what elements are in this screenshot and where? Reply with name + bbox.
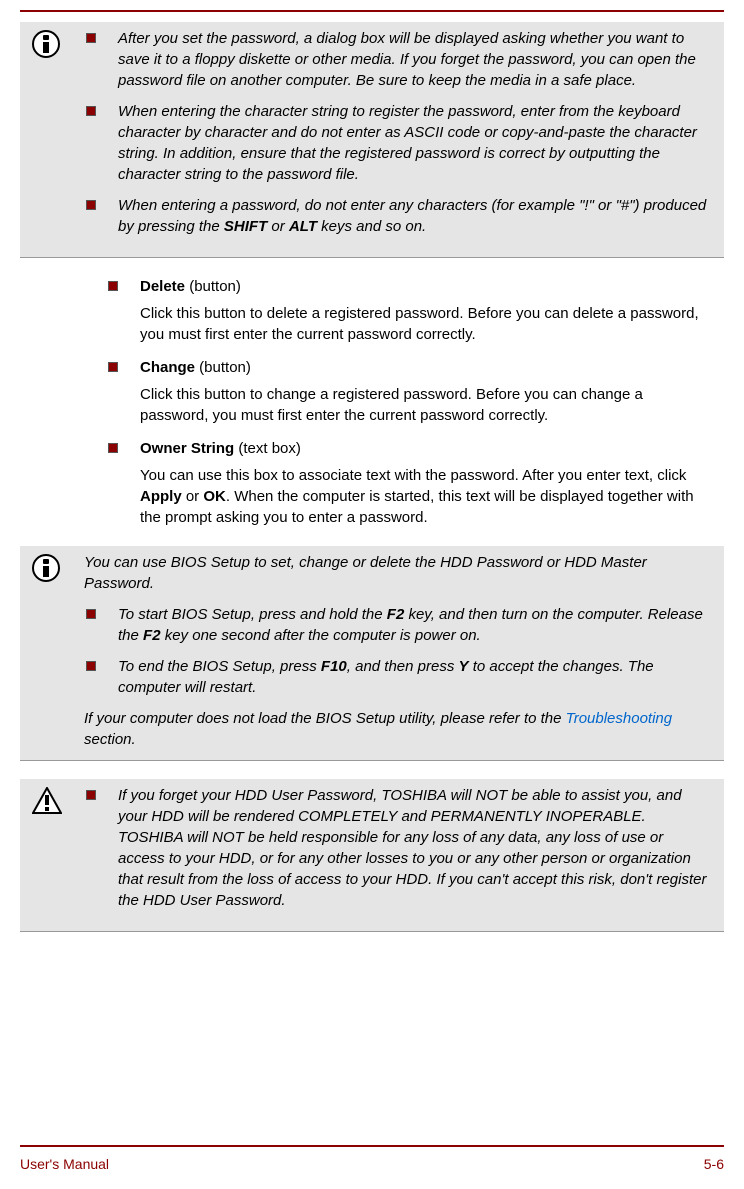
note-text: After you set the password, a dialog box… [118, 28, 718, 91]
bold-text: Owner String [140, 440, 234, 457]
bold-text: OK [203, 488, 226, 505]
list-item-title: Delete (button) [140, 276, 714, 297]
refer-text: If your computer does not load the BIOS … [80, 708, 718, 750]
warning-content: If you forget your HDD User Password, TO… [80, 779, 724, 921]
text-span: or [267, 218, 289, 235]
note-text: To end the BIOS Setup, press F10, and th… [118, 656, 718, 698]
text-span: You can use this box to associate text w… [140, 467, 686, 484]
info-box-content: After you set the password, a dialog box… [80, 22, 724, 247]
list-item-description: Click this button to change a registered… [102, 384, 714, 426]
info-box-content: You can use BIOS Setup to set, change or… [80, 546, 724, 750]
bold-text: Change [140, 359, 195, 376]
text-span: If your computer does not load the BIOS … [84, 710, 566, 727]
text-span: , and then press [347, 658, 459, 675]
bold-text: Y [459, 658, 469, 675]
warning-icon [32, 787, 62, 815]
list-item-owner-string: Owner String (text box) [102, 438, 714, 459]
note-item: To end the BIOS Setup, press F10, and th… [80, 656, 718, 698]
bold-text: F10 [321, 658, 347, 675]
icon-column [20, 22, 80, 247]
bullet-icon [86, 106, 96, 116]
bold-text: F2 [387, 606, 405, 623]
footer-line [20, 1145, 724, 1147]
bold-text: F2 [143, 627, 161, 644]
bullet-icon [86, 790, 96, 800]
top-border-line [20, 10, 724, 12]
warning-text: If you forget your HDD User Password, TO… [118, 785, 718, 911]
list-item-title: Owner String (text box) [140, 438, 714, 459]
bold-text: Delete [140, 278, 185, 295]
bullet-icon [86, 200, 96, 210]
bullet-icon [86, 661, 96, 671]
note-text: To start BIOS Setup, press and hold the … [118, 604, 718, 646]
main-button-list: Delete (button) Click this button to del… [20, 276, 724, 528]
bold-text: SHIFT [224, 218, 267, 235]
info-note-box-2: You can use BIOS Setup to set, change or… [20, 546, 724, 761]
footer-left: User's Manual [20, 1155, 109, 1175]
bold-text: ALT [289, 218, 317, 235]
intro-text: You can use BIOS Setup to set, change or… [80, 552, 718, 594]
note-item: To start BIOS Setup, press and hold the … [80, 604, 718, 646]
text-span: or [182, 488, 204, 505]
note-item: When entering the character string to re… [80, 101, 718, 185]
bullet-icon [86, 609, 96, 619]
note-item: If you forget your HDD User Password, TO… [80, 785, 718, 911]
info-icon [32, 30, 60, 58]
note-item: When entering a password, do not enter a… [80, 195, 718, 237]
text-span: keys and so on. [317, 218, 426, 235]
text-span: To start BIOS Setup, press and hold the [118, 606, 387, 623]
text-span: (button) [185, 278, 241, 295]
text-span: section. [84, 731, 136, 748]
bullet-icon [108, 443, 118, 453]
troubleshooting-link[interactable]: Troubleshooting [566, 710, 672, 727]
footer-right: 5-6 [704, 1155, 724, 1175]
page-footer: User's Manual 5-6 [0, 1145, 744, 1175]
bullet-icon [108, 362, 118, 372]
content-area: After you set the password, a dialog box… [0, 22, 744, 932]
text-span: (text box) [234, 440, 301, 457]
text-span: key one second after the computer is pow… [161, 627, 481, 644]
note-text: When entering the character string to re… [118, 101, 718, 185]
list-item-description: Click this button to delete a registered… [102, 303, 714, 345]
text-span: (button) [195, 359, 251, 376]
list-item-delete: Delete (button) [102, 276, 714, 297]
list-item-title: Change (button) [140, 357, 714, 378]
text-span: To end the BIOS Setup, press [118, 658, 321, 675]
list-item-description: You can use this box to associate text w… [102, 465, 714, 528]
icon-column [20, 546, 80, 750]
info-note-box-1: After you set the password, a dialog box… [20, 22, 724, 258]
info-icon [32, 554, 60, 582]
bullet-icon [86, 33, 96, 43]
list-item-change: Change (button) [102, 357, 714, 378]
footer-row: User's Manual 5-6 [20, 1155, 724, 1175]
note-item: After you set the password, a dialog box… [80, 28, 718, 91]
note-text: When entering a password, do not enter a… [118, 195, 718, 237]
bold-text: Apply [140, 488, 182, 505]
icon-column [20, 779, 80, 921]
bullet-icon [108, 281, 118, 291]
warning-box: If you forget your HDD User Password, TO… [20, 779, 724, 932]
